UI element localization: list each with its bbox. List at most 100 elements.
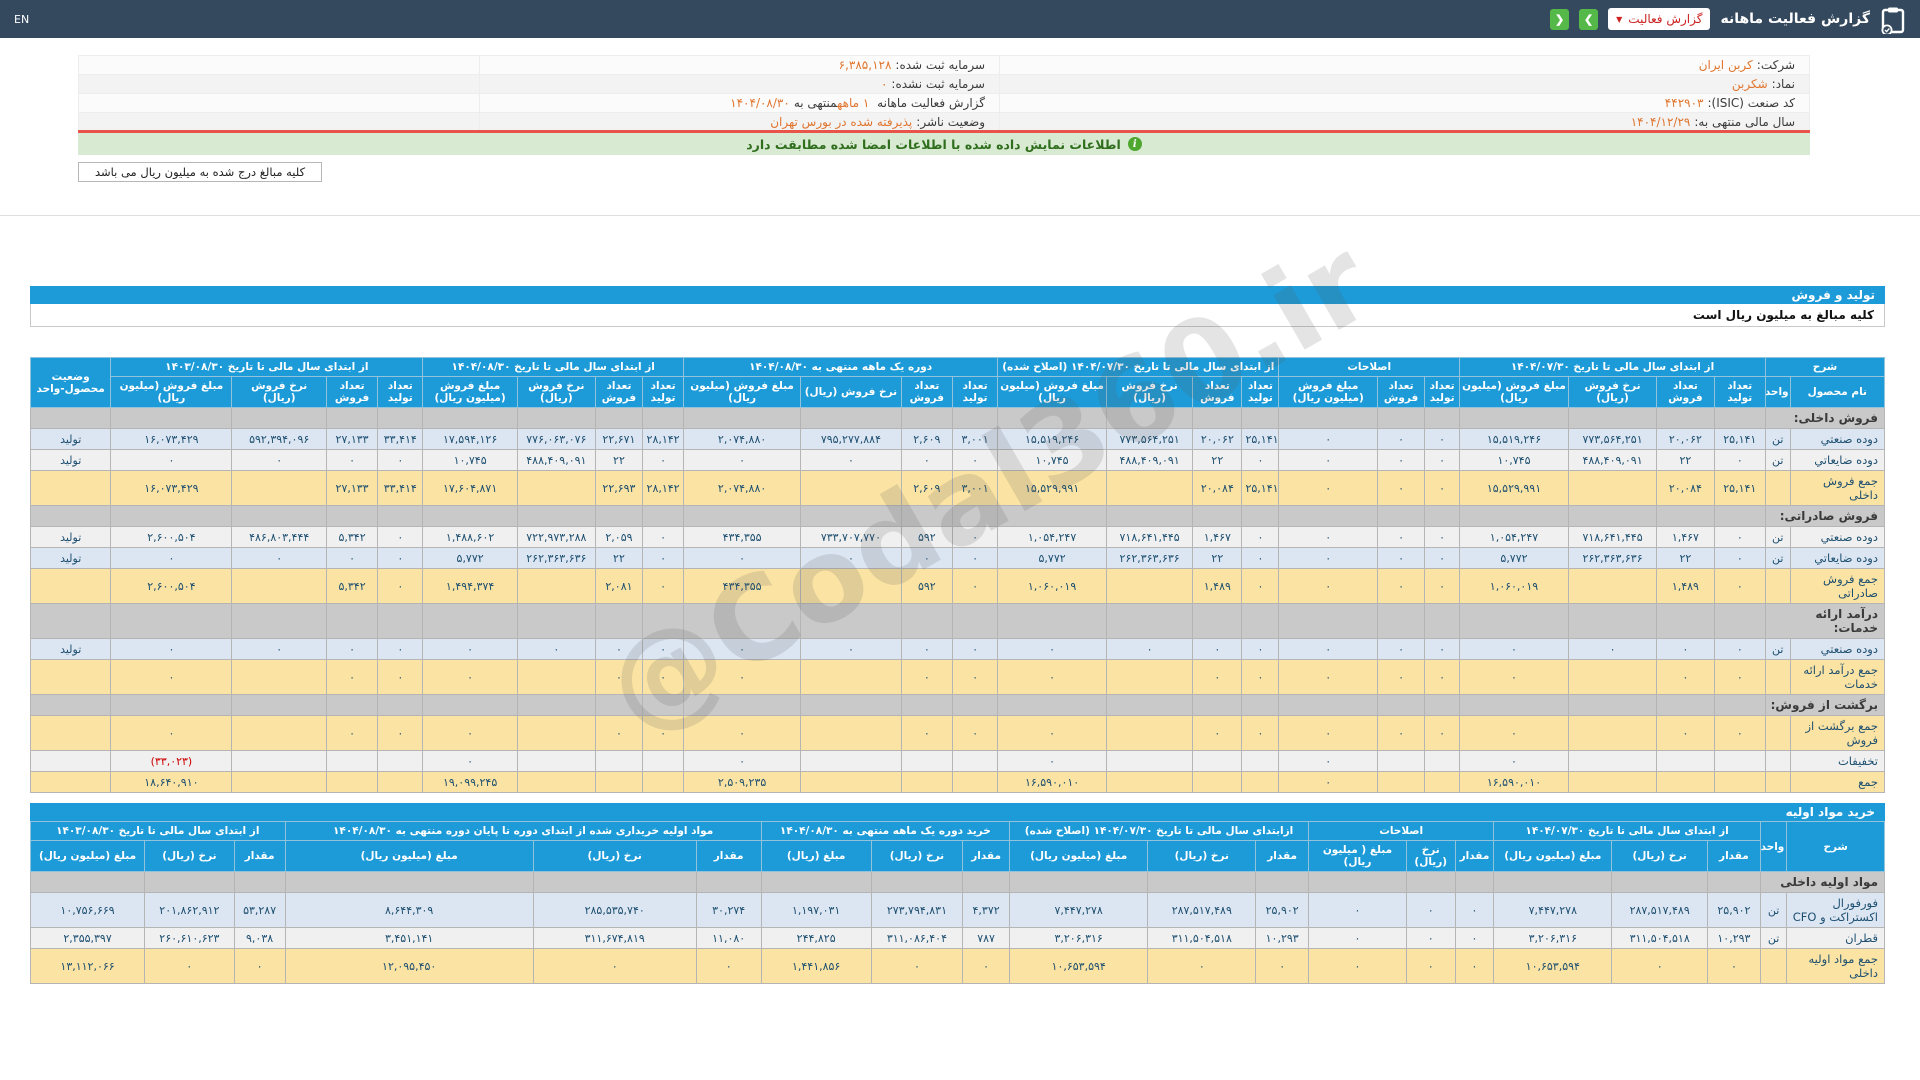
section-cell [800,505,902,527]
value-cell: ۰ [1241,715,1280,751]
section-cell [1105,505,1194,527]
row-label: جمع فروش صادراتی [1789,568,1886,604]
section-cell [1713,407,1766,429]
value-cell: ۱۷,۵۹۴,۱۲۶ [422,428,518,450]
column-header: نرخ (ریال) [870,840,964,872]
section-cell [231,694,327,716]
previous-report-button[interactable]: ❮ [1550,8,1570,30]
value-cell: ۰ [377,659,424,695]
value-cell: ۱۵,۵۱۹,۲۴۶ [1459,428,1569,450]
value-cell: ۲۵,۱۴۱ [1241,428,1280,450]
value-cell: ۰ [1278,526,1378,548]
value-cell: ۲۲ [594,449,644,471]
value-cell: ۰ [1713,659,1766,695]
next-report-button[interactable]: ❯ [1579,8,1599,30]
section-label: فروش داخلی: [1764,407,1886,429]
column-header: نرخ (ریال) [1147,840,1257,872]
page-title: گزارش فعالیت ماهانه [1720,11,1870,27]
section-row: برگشت از فروش: [29,694,1886,716]
section-cell [29,505,112,527]
value-cell: ۲,۰۵۹ [594,526,644,548]
section-cell [1241,505,1280,527]
value-cell [1713,771,1766,793]
period-group-header: از ابتدای سال مالی تا تاریخ ۱۴۰۴/۰۸/۳۰ [422,357,685,377]
unit-cell: تن [1764,638,1791,660]
value-cell: ۰ [377,638,424,660]
period-group-header: از ابتدای سال مالی تا تاریخ ۱۴۰۳/۰۸/۳۰ [110,357,424,377]
column-header: نرخ فروش (ریال) [800,376,902,408]
section-cell [1376,694,1426,716]
value-cell: ۱۶,۵۹۰,۰۱۰ [1459,771,1569,793]
value-cell: ۰ [1278,715,1378,751]
total-row: جمع فروش داخلی ۲۵,۱۴۱ ۲۰,۰۸۴ ۱۵,۵۲۹,۹۹۱ ۰ ۰ ۰ ۲… [29,470,1886,506]
value-cell: ۲۸,۱۴۲ [642,428,685,450]
unit-cell [1764,750,1791,772]
value-cell: ۰ [1713,547,1766,569]
section-cell [997,694,1107,716]
value-cell: ۴۸۶,۸۰۳,۴۴۴ [231,526,327,548]
value-cell [800,470,902,506]
section-cell [422,505,518,527]
value-cell: ۷,۴۴۷,۲۷۸ [1008,892,1149,928]
section-cell [1611,871,1708,893]
value-cell: ۷,۴۴۷,۲۷۸ [1493,892,1613,928]
value-cell: ۷۳۳,۷۰۷,۷۷۰ [800,526,902,548]
value-cell: ۰ [422,659,518,695]
value-cell: ۰ [1255,948,1310,984]
value-cell: ۳,۲۰۶,۳۱۶ [1493,927,1613,949]
value-cell: ۰ [110,715,233,751]
status-cell [29,715,112,751]
field-label: شرکت: [1756,58,1795,72]
period-group-header: اصلاحات [1308,821,1495,841]
value-cell [1241,771,1280,793]
value-cell [1105,470,1194,506]
value-cell: ۰ [377,715,424,751]
field-label: نماد: [1771,77,1795,91]
language-toggle[interactable]: EN [14,13,29,26]
column-header: مبلغ فروش (میلیون ریال) [422,376,518,408]
row-label: دوده صنعتي [1789,428,1886,450]
status-cell: تولید [29,638,112,660]
unit-cell: تن [1764,449,1791,471]
section-cell [962,871,1010,893]
value-cell: ۰ [110,659,233,695]
value-cell: ۰ [233,948,286,984]
value-cell [1567,771,1658,793]
row-label: جمع فروش داخلی [1789,470,1886,506]
section-cell [1278,407,1378,429]
value-cell: ۰ [1459,659,1569,695]
section-cell [695,871,762,893]
value-cell [377,750,424,772]
value-cell: ۲۲ [594,547,644,569]
section-cell [1567,407,1658,429]
report-type-label: گزارش فعالیت [1628,12,1703,26]
column-header: نرخ (ریال) [1611,840,1708,872]
status-cell [29,750,112,772]
value-cell: ۰ [1459,715,1569,751]
column-header: تعداد تولید [951,376,999,408]
value-cell: ۰ [1713,449,1766,471]
total-row: جمع مواد اولیه داخلی ۰ ۰ ۱۰,۶۵۳,۵۹۴ ۰ ۰ ۰ ۰ ۰ ۱۰,… [29,948,1885,984]
value-cell: ۰ [642,547,685,569]
value-cell: ۲۶۲,۳۶۳,۶۳۶ [516,547,596,569]
value-cell: ۲۸۷,۵۱۷,۴۸۹ [1147,892,1257,928]
value-cell: ۵,۷۷۲ [1459,547,1569,569]
section-cell [642,603,685,639]
column-header: نرخ (ریال) [144,840,235,872]
unit-header: واحد [1764,376,1791,408]
value-cell: ۰ [325,638,379,660]
issuer-status-field: وضعیت ناشر:پذیرفته شده در بورس تهران [479,112,1000,132]
column-header: تعداد تولید [377,376,424,408]
value-cell: ۲۷,۱۳۳ [325,470,379,506]
value-cell: ۲۰,۰۶۲ [1656,428,1715,450]
value-cell: ۰ [1454,927,1495,949]
value-cell: ۰ [683,638,802,660]
value-cell: ۵۹۲ [900,568,954,604]
value-cell: ۰ [1192,715,1243,751]
section-label: برگشت از فروش: [1764,694,1886,716]
field-value: کربن ایران [1698,58,1753,72]
report-type-dropdown[interactable]: گزارش فعالیت ▼ [1608,8,1711,30]
section-row: فروش داخلی: [29,407,1886,429]
value-cell: ۰ [1308,948,1407,984]
value-cell: ۲۶۲,۳۶۳,۶۳۶ [1105,547,1194,569]
